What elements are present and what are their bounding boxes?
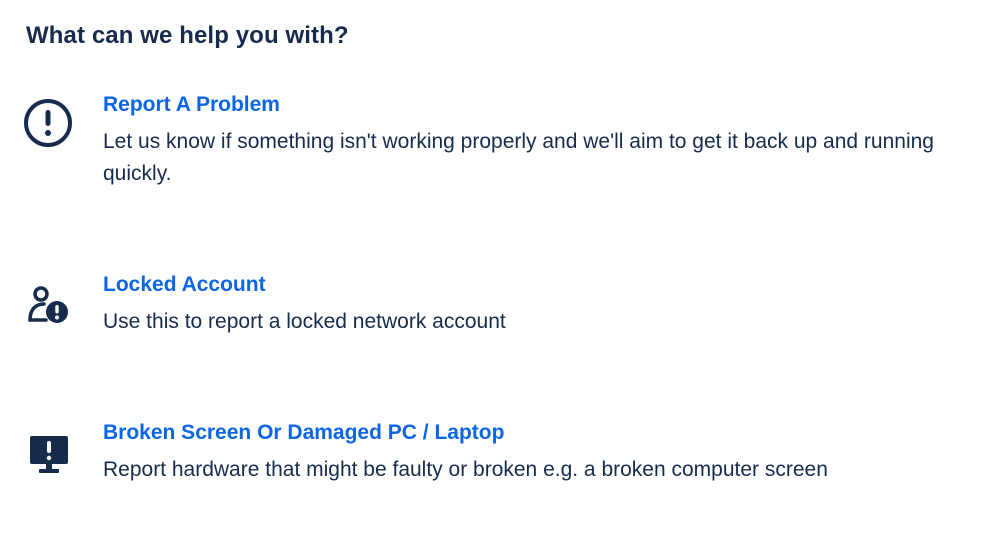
locked-account-icon (24, 282, 74, 332)
option-title-report-problem[interactable]: Report A Problem (103, 92, 280, 118)
option-title-broken-screen[interactable]: Broken Screen Or Damaged PC / Laptop (103, 420, 504, 446)
option-title-locked-account[interactable]: Locked Account (103, 272, 266, 298)
option-description: Report hardware that might be faulty or … (103, 458, 828, 481)
monitor-warning-icon (24, 430, 74, 480)
page-title: What can we help you with? (26, 22, 349, 49)
error-circle-icon (24, 98, 74, 148)
option-text: Report A Problem Let us know if somethin… (103, 92, 973, 190)
option-text: Locked Account Use this to report a lock… (103, 272, 973, 338)
option-description: Let us know if something isn't working p… (103, 130, 934, 185)
option-description: Use this to report a locked network acco… (103, 310, 506, 333)
option-text: Broken Screen Or Damaged PC / Laptop Rep… (103, 420, 973, 486)
